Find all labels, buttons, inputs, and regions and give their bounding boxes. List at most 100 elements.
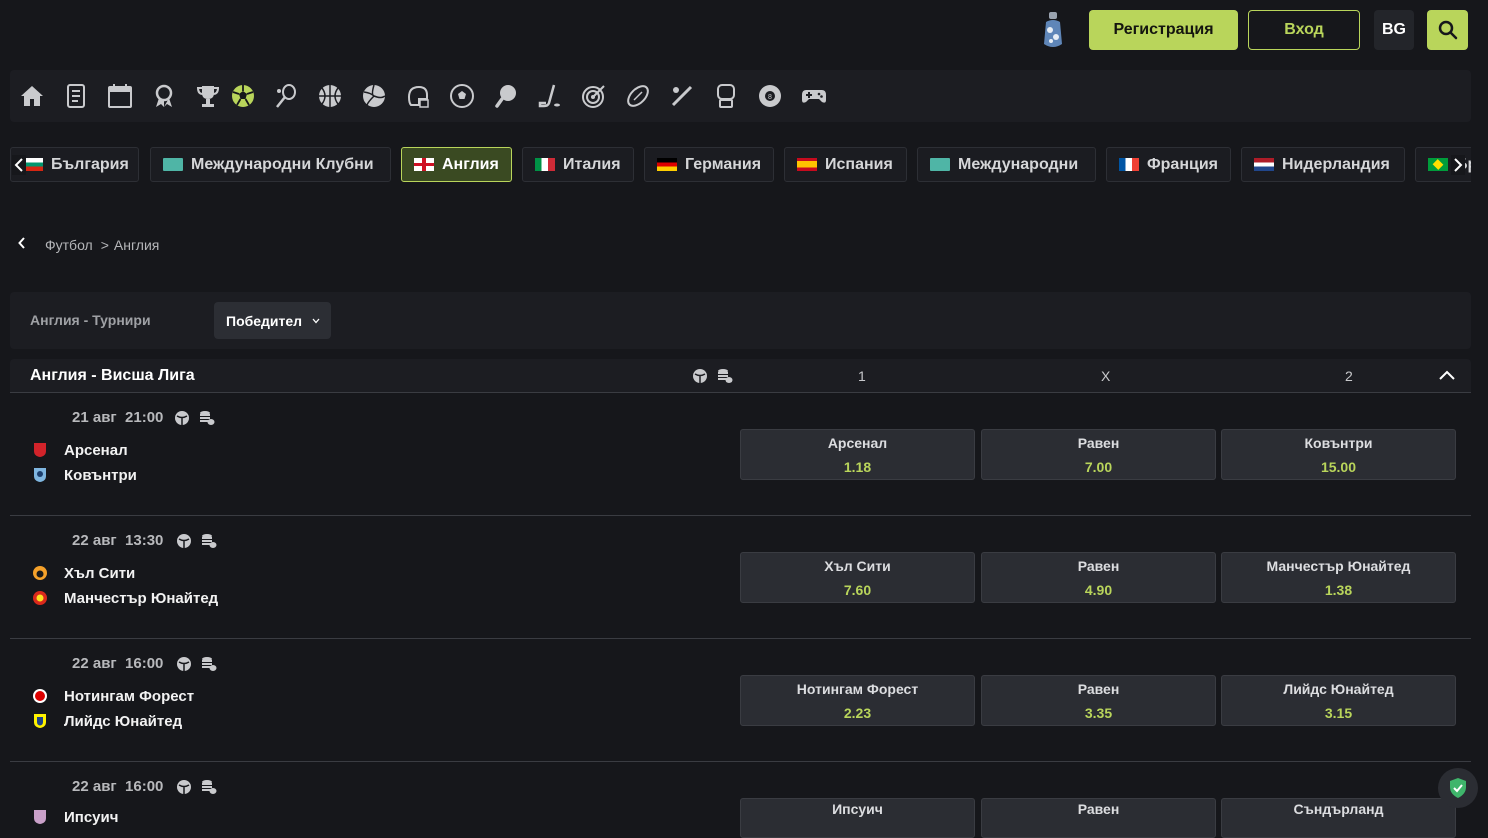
match-time: 16:00	[125, 655, 164, 672]
odd-button-away[interactable]: Ковънтри 15.00	[1221, 429, 1456, 480]
american-football-icon[interactable]	[404, 82, 432, 110]
odd-button-away[interactable]: Манчестър Юнайтед 1.38	[1221, 552, 1456, 603]
basketball-icon[interactable]	[316, 82, 344, 110]
mascot-icon	[1040, 10, 1066, 50]
odd-button-draw[interactable]: Равен	[981, 798, 1216, 838]
coins-icon[interactable]	[201, 779, 217, 795]
darts-icon[interactable]	[580, 82, 608, 110]
chevron-up-icon[interactable]	[1439, 370, 1455, 380]
match-date: 22 авг	[72, 655, 117, 672]
award-icon[interactable]	[150, 82, 178, 110]
svg-text:8: 8	[768, 94, 772, 101]
chevron-left-icon	[14, 158, 23, 172]
tab-country-international-clubs[interactable]: Международни Клубни	[150, 147, 391, 182]
home-team-name: Нотингам Форест	[64, 687, 195, 705]
match-date: 22 авг	[72, 778, 117, 795]
match-row[interactable]: 22 авг 16:00 Ипсуич Ипсуич Равен Съндърл…	[10, 763, 1471, 838]
col-head-draw: X	[1101, 368, 1111, 384]
odd-button-draw[interactable]: Равен 7.00	[981, 429, 1216, 480]
match-datetime: 22 авг 16:00	[72, 655, 163, 672]
breadcrumb-sport-link[interactable]: Футбол	[45, 237, 93, 253]
home-team: Хъл Сити	[30, 563, 135, 583]
login-button[interactable]: Вход	[1248, 10, 1360, 50]
match-datetime: 21 авг 21:00	[72, 409, 163, 426]
coins-icon[interactable]	[201, 656, 217, 672]
home-team: Арсенал	[30, 440, 128, 460]
gamepad-icon[interactable]	[800, 82, 828, 110]
scroll-right-arrow[interactable]	[1451, 155, 1465, 175]
odd-button-home[interactable]: Нотингам Форест 2.23	[740, 675, 975, 726]
odd-value: 1.18	[843, 458, 872, 475]
match-datetime: 22 авг 16:00	[72, 778, 163, 795]
tab-country-france[interactable]: Франция	[1106, 147, 1231, 182]
match-datetime: 22 авг 13:30	[72, 532, 163, 549]
flag-en-icon	[414, 158, 434, 171]
odd-button-away[interactable]: Съндърланд	[1221, 798, 1456, 838]
search-button[interactable]	[1427, 10, 1468, 50]
stats-icon[interactable]	[176, 779, 192, 795]
match-row[interactable]: 21 авг 21:00 Арсенал Ковънтри Арсенал 1.1…	[10, 394, 1471, 516]
odd-button-home[interactable]: Арсенал 1.18	[740, 429, 975, 480]
stats-icon[interactable]	[692, 368, 708, 384]
league-header[interactable]: Англия - Висша Лига 1 X 2	[10, 359, 1471, 393]
odd-button-draw[interactable]: Равен 3.35	[981, 675, 1216, 726]
odd-button-draw[interactable]: Равен 4.90	[981, 552, 1216, 603]
boxing-icon[interactable]	[712, 82, 740, 110]
odd-label: Равен	[1077, 680, 1120, 697]
stats-icon[interactable]	[176, 656, 192, 672]
rugby-icon[interactable]	[624, 82, 652, 110]
home-team-name: Арсенал	[64, 441, 128, 459]
hockey-icon[interactable]	[536, 82, 564, 110]
coins-icon[interactable]	[201, 533, 217, 549]
top-bar: Регистрация Вход BG	[0, 0, 1488, 64]
trophy-icon[interactable]	[194, 82, 222, 110]
snooker-cue-icon[interactable]	[668, 82, 696, 110]
tab-country-england[interactable]: Англия	[401, 147, 512, 182]
volleyball-icon[interactable]	[360, 82, 388, 110]
tab-country-italy[interactable]: Италия	[522, 147, 634, 182]
tournaments-label: Англия - Турнири	[30, 312, 151, 328]
away-team-name: Ковънтри	[64, 466, 137, 484]
scroll-left-arrow[interactable]	[12, 155, 26, 175]
tab-country-international[interactable]: Международни	[917, 147, 1096, 182]
calendar-icon[interactable]	[106, 82, 134, 110]
handball-icon[interactable]	[448, 82, 476, 110]
security-badge-button[interactable]	[1438, 768, 1478, 808]
stats-icon[interactable]	[174, 410, 190, 426]
odd-value: 1.38	[1324, 581, 1353, 598]
match-time: 16:00	[125, 778, 164, 795]
away-team-name: Манчестър Юнайтед	[64, 589, 219, 607]
football-icon[interactable]	[229, 82, 257, 110]
away-team: Манчестър Юнайтед	[30, 588, 218, 608]
home-icon[interactable]	[18, 82, 46, 110]
back-button[interactable]	[18, 236, 30, 254]
tab-country-spain[interactable]: Испания	[784, 147, 907, 182]
leeds-crest-icon	[30, 711, 50, 731]
flag-nl-icon	[1254, 158, 1274, 171]
coins-icon[interactable]	[717, 368, 733, 384]
odd-button-home[interactable]: Ипсуич	[740, 798, 975, 838]
language-button[interactable]: BG	[1374, 10, 1414, 50]
match-row[interactable]: 22 авг 13:30 Хъл Сити Манчестър Юнайтед …	[10, 517, 1471, 639]
country-label: Нидерландия	[1282, 155, 1390, 173]
tab-country-netherlands[interactable]: Нидерландия	[1241, 147, 1405, 182]
home-team: Нотингам Форест	[30, 686, 194, 706]
country-label: Испания	[825, 155, 893, 173]
tab-country-bulgaria[interactable]: България	[10, 147, 139, 182]
globe-icon	[163, 158, 183, 171]
stats-icon[interactable]	[176, 533, 192, 549]
register-button[interactable]: Регистрация	[1089, 10, 1238, 50]
billiards-icon[interactable]: 8	[756, 82, 784, 110]
tab-country-germany[interactable]: Германия	[644, 147, 774, 182]
table-tennis-icon[interactable]	[492, 82, 520, 110]
flag-fr-icon	[1119, 158, 1139, 171]
market-select[interactable]: Победител	[214, 302, 331, 339]
odd-button-home[interactable]: Хъл Сити 7.60	[740, 552, 975, 603]
odd-button-away[interactable]: Лийдс Юнайтед 3.15	[1221, 675, 1456, 726]
coins-icon[interactable]	[199, 410, 215, 426]
match-row[interactable]: 22 авг 16:00 Нотингам Форест Лийдс Юнайт…	[10, 640, 1471, 762]
betslip-icon[interactable]	[62, 82, 90, 110]
odd-value: 7.60	[843, 581, 872, 598]
country-label: Германия	[685, 155, 762, 173]
badminton-icon[interactable]	[272, 82, 300, 110]
